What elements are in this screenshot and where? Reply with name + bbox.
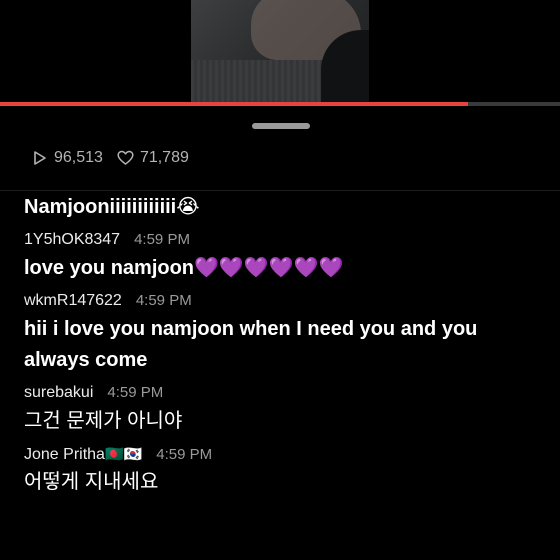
flag-icons: 🇧🇩🇰🇷 [104,446,143,463]
comment-item: 1Y5hOK8347 4:59 PM love you namjoon💜💜💜💜💜… [24,231,544,284]
comment-time: 4:59 PM [107,384,164,401]
video-progress-fill [0,102,468,106]
likes-count: 71,789 [139,149,189,166]
drag-handle[interactable] [252,123,310,129]
comment-username[interactable]: wkmR147622 [24,292,122,310]
comment-text: love you namjoon💜💜💜💜💜💜 [24,257,344,279]
plays-stat: 96,513 [32,149,103,167]
comment-time: 4:59 PM [156,446,213,463]
plays-count: 96,513 [54,149,103,166]
heart-icon [117,150,134,165]
comment-text: 그건 문제가 아니야 [24,410,183,432]
likes-stat: 71,789 [117,149,189,167]
comment-text: hii i love you namjoon when I need you a… [24,318,483,371]
divider [0,190,560,191]
video-stats: 96,513 71,789 [32,146,203,170]
comment-username[interactable]: Jone Pritha [24,446,105,464]
comment-time: 4:59 PM [134,231,190,248]
comment-item: Namjooniiiiiiiiiiii😭 [24,192,544,223]
comment-item: surebakui 4:59 PM 그건 문제가 아니야 [24,384,544,437]
comment-item: wkmR147622 4:59 PM hii i love you namjoo… [24,292,544,376]
video-progress-bar[interactable] [0,102,560,106]
comment-time: 4:59 PM [135,292,192,309]
comment-username[interactable]: surebakui [24,384,93,402]
comment-text: Namjooniiiiiiiiiiii😭 [24,196,200,218]
play-icon [34,151,46,165]
video-player[interactable] [191,0,369,102]
comment-item: Jone Pritha 🇧🇩🇰🇷 4:59 PM 어떻게 지내세요 [24,445,544,498]
comment-text: 어떻게 지내세요 [24,471,159,493]
comment-list[interactable]: Namjooniiiiiiiiiiii😭 1Y5hOK8347 4:59 PM … [24,192,544,506]
comment-username[interactable]: 1Y5hOK8347 [24,231,120,249]
